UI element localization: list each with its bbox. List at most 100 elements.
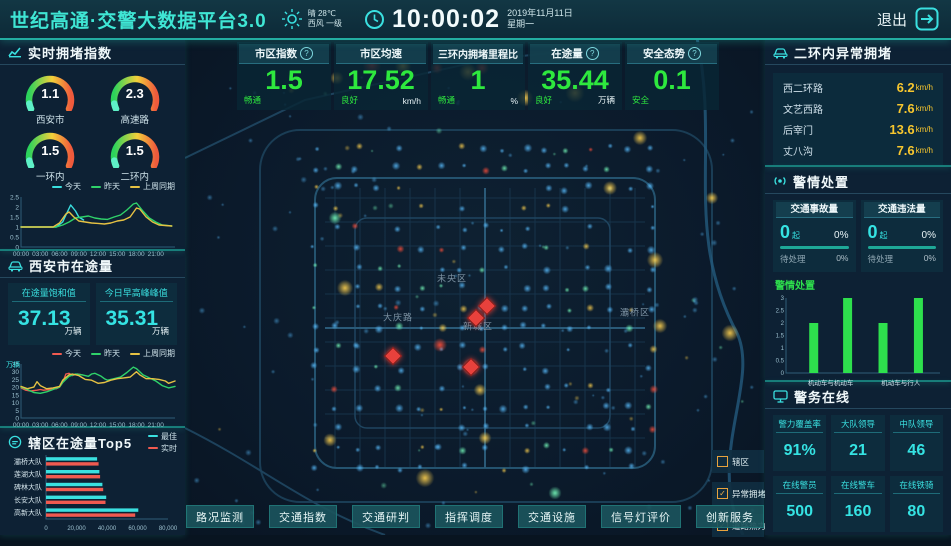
legend-best: 最佳 bbox=[161, 431, 177, 442]
gauge-grid: 1.1 西安市 2.3 高速路 1.5 一环内 1.5 二环内 bbox=[0, 65, 185, 181]
nav-signal-evaluation[interactable]: 信号灯评价 bbox=[601, 505, 681, 528]
onroad-chart-legend[interactable]: 今天 昨天 上周同期 bbox=[0, 348, 185, 359]
svg-text:0: 0 bbox=[781, 371, 785, 377]
card-label: 交通违法量 bbox=[864, 202, 941, 218]
pending-percent: 0% bbox=[836, 253, 848, 265]
card-value: 160 bbox=[831, 494, 884, 530]
help-icon[interactable]: ? bbox=[300, 47, 313, 60]
toggle-abnormal-congestion[interactable]: ✓ 异常拥堵 bbox=[712, 482, 764, 505]
onroad-line-chart: 0510152025303500:0003:0006:0009:0012:001… bbox=[4, 359, 180, 429]
nav-traffic-facilities[interactable]: 交通设施 bbox=[518, 505, 586, 528]
card-unit: 起 bbox=[880, 230, 888, 241]
legend-lastweek: 上周同期 bbox=[143, 348, 175, 359]
kpi-unit: 万辆 bbox=[598, 94, 615, 106]
accident-card: 交通事故量 0 起 0% 待处理 0% bbox=[773, 200, 856, 272]
nav-road-monitoring[interactable]: 路况监测 bbox=[186, 505, 254, 528]
gauge-ring1: 1.5 一环内 bbox=[8, 126, 93, 181]
pending-label: 待处理 bbox=[868, 253, 894, 265]
left-sidebar: 实时拥堵指数 1.1 西安市 2.3 高速路 1.5 一环内 1.5 二环内 bbox=[0, 38, 185, 535]
weather-wind: 西风 一级 bbox=[308, 19, 342, 29]
svg-text:1: 1 bbox=[781, 346, 785, 352]
morning-peak-card: 今日早高峰峰值 35.31 万辆 bbox=[96, 283, 178, 345]
gauge-value: 1.5 bbox=[8, 143, 93, 158]
svg-text:80,000: 80,000 bbox=[159, 526, 178, 532]
card-value: 21 bbox=[831, 433, 884, 469]
stat-value: 37.13 bbox=[8, 302, 71, 331]
nav-traffic-index[interactable]: 交通指数 bbox=[269, 505, 337, 528]
congestion-line-chart: 00.511.522.500:0003:0006:0009:0012:0015:… bbox=[4, 192, 180, 258]
nav-command-dispatch[interactable]: 指挥调度 bbox=[435, 505, 503, 528]
kpi-status: 良好 bbox=[341, 94, 358, 106]
gauge-value: 1.5 bbox=[93, 143, 178, 158]
stat-unit: 万辆 bbox=[152, 325, 169, 337]
card-label: 在线铁骑 bbox=[893, 478, 940, 494]
kpi-card-row: 市区指数? 1.5 畅通 市区均速 17.52 良好 km/h 三环内拥堵里程比… bbox=[237, 42, 719, 110]
kpi-label: 在途量 bbox=[551, 46, 583, 61]
gauge-label: 高速路 bbox=[93, 112, 178, 126]
kpi-value: 35.44 bbox=[528, 64, 622, 96]
brigade-leaders-card: 大队领导 21 bbox=[831, 415, 884, 471]
kpi-status: 良好 bbox=[535, 94, 552, 106]
svg-text:10: 10 bbox=[12, 400, 20, 407]
card-percent: 0% bbox=[834, 230, 848, 241]
gauge-value: 1.1 bbox=[8, 86, 93, 101]
map-layer-toggles: 辖区 ✓ 异常拥堵 ✓ 道路热力 bbox=[712, 450, 764, 546]
card-value: 500 bbox=[773, 494, 826, 530]
city-traffic-map[interactable]: 市区指数? 1.5 畅通 市区均速 17.52 良好 km/h 三环内拥堵里程比… bbox=[185, 38, 765, 535]
kpi-status: 畅通 bbox=[438, 94, 455, 106]
svg-text:5: 5 bbox=[15, 408, 19, 415]
card-value: 0 bbox=[780, 222, 790, 243]
stat-value: 35.31 bbox=[96, 302, 159, 331]
card-value: 80 bbox=[890, 494, 943, 530]
gauge-ring2: 1.5 二环内 bbox=[93, 126, 178, 181]
online-vehicles-card: 在线警车 160 bbox=[831, 476, 884, 532]
road-name: 丈八沟 bbox=[783, 143, 897, 158]
svg-text:0.5: 0.5 bbox=[776, 359, 785, 365]
list-item: 西二环路 6.2 km/h bbox=[783, 77, 933, 98]
svg-text:60,000: 60,000 bbox=[128, 526, 147, 532]
kpi-value: 0.1 bbox=[625, 64, 719, 96]
help-icon[interactable]: ? bbox=[586, 47, 599, 60]
help-icon[interactable]: ? bbox=[688, 47, 701, 60]
logout-button[interactable]: 退出 bbox=[877, 7, 951, 31]
nav-traffic-analysis[interactable]: 交通研判 bbox=[352, 505, 420, 528]
panel-incident-handling: 警情处置 交通事故量 0 起 0% 待处理 0% 交通违法量 0 bbox=[765, 167, 951, 382]
svg-text:1: 1 bbox=[15, 225, 19, 232]
abnormal-congestion-list: 西二环路 6.2 km/h 文艺西路 7.6 km/h 后宰门 13.6 km/… bbox=[773, 73, 943, 165]
kpi-status: 畅通 bbox=[244, 94, 261, 106]
panel-title: 警务在线 bbox=[794, 387, 850, 406]
nav-innovation-services[interactable]: 创新服务 bbox=[696, 505, 764, 528]
stat-unit: 万辆 bbox=[64, 325, 81, 337]
gauge-value: 2.3 bbox=[93, 86, 178, 101]
weather-widget: 晴 28℃ 西风 一级 bbox=[281, 8, 342, 30]
legend-today: 今天 bbox=[65, 348, 81, 359]
card-label: 在线警员 bbox=[776, 478, 823, 494]
road-speed-unit: km/h bbox=[916, 146, 933, 155]
pending-percent: 0% bbox=[924, 253, 936, 265]
road-name: 西二环路 bbox=[783, 80, 897, 95]
card-value: 46 bbox=[890, 433, 943, 469]
svg-text:0.5: 0.5 bbox=[10, 235, 19, 242]
svg-text:20,000: 20,000 bbox=[67, 526, 86, 532]
kpi-label: 安全态势 bbox=[643, 46, 685, 61]
monitor-icon bbox=[773, 390, 788, 403]
kpi-label: 三环内拥堵里程比 bbox=[438, 46, 518, 61]
svg-text:2.5: 2.5 bbox=[10, 195, 19, 202]
violation-card: 交通违法量 0 起 0% 待处理 0% bbox=[861, 200, 944, 272]
svg-text:2: 2 bbox=[15, 205, 19, 212]
svg-text:2.5: 2.5 bbox=[776, 309, 785, 315]
road-speed-unit: km/h bbox=[916, 125, 933, 134]
gauge-label: 二环内 bbox=[93, 169, 178, 183]
road-name: 后宰门 bbox=[783, 122, 889, 137]
svg-text:2: 2 bbox=[781, 321, 785, 327]
road-name: 文艺西路 bbox=[783, 101, 897, 116]
toggle-district[interactable]: 辖区 bbox=[712, 450, 764, 473]
kpi-value: 1 bbox=[431, 64, 525, 96]
kpi-label: 市区均速 bbox=[360, 46, 402, 61]
list-item: 文艺西路 7.6 km/h bbox=[783, 98, 933, 119]
card-label: 警力覆盖率 bbox=[776, 417, 823, 433]
stat-label: 在途量饱和值 bbox=[12, 285, 86, 302]
svg-text:莲湖大队: 莲湖大队 bbox=[14, 470, 42, 479]
card-label: 交通事故量 bbox=[776, 202, 853, 218]
road-speed: 7.6 bbox=[897, 143, 915, 158]
